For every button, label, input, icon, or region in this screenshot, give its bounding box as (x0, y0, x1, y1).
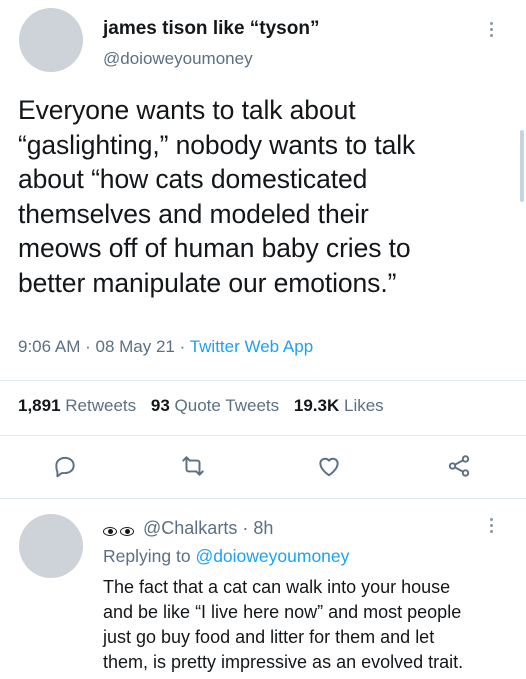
divider (0, 380, 526, 381)
quotes-stat[interactable]: 93 Quote Tweets (151, 396, 279, 415)
tweet-source[interactable]: Twitter Web App (190, 337, 313, 356)
reply-author-avatar[interactable] (19, 514, 83, 578)
author-display-name[interactable]: james tison like “tyson” (103, 18, 319, 40)
more-options-icon[interactable] (490, 22, 493, 37)
divider (0, 435, 526, 436)
share-icon[interactable] (446, 453, 472, 484)
replying-to-prefix: Replying to (103, 546, 191, 566)
retweets-stat[interactable]: 1,891 Retweets (18, 396, 136, 415)
replying-to: Replying to @doioweyoumoney (103, 546, 349, 567)
likes-label: Likes (343, 396, 384, 415)
quotes-label: Quote Tweets (174, 396, 280, 415)
author-avatar[interactable] (19, 8, 83, 72)
tweet-text-line: themselves and modeled their (18, 198, 369, 229)
reply-icon[interactable] (52, 453, 78, 484)
likes-count: 19.3K (293, 396, 340, 415)
retweet-icon[interactable] (180, 453, 206, 484)
tweet-text-line: Everyone wants to talk about (18, 95, 356, 125)
tweet-time[interactable]: 9:06 AM (18, 337, 80, 356)
meta-separator: · (179, 337, 190, 356)
tweet-text-line: “gaslighting,” nobody wants to talk (18, 129, 416, 160)
reply-text-line: and be like “I live here now” and most p… (103, 602, 462, 622)
replying-to-handle[interactable]: @doioweyoumoney (195, 546, 349, 566)
meta-separator: · (242, 518, 254, 538)
like-icon[interactable] (316, 453, 342, 484)
meta-separator: · (85, 337, 96, 356)
tweet-meta: 9:06 AM · 08 May 21 · Twitter Web App (18, 337, 313, 357)
reply-header: @Chalkarts · 8h (103, 518, 273, 539)
retweets-label: Retweets (65, 396, 137, 415)
quotes-count: 93 (150, 396, 170, 415)
eyes-emoji (103, 527, 134, 536)
retweets-count: 1,891 (18, 396, 61, 415)
divider (0, 498, 526, 499)
tweet-text-line: about “how cats domesticated (18, 164, 368, 194)
scrollbar[interactable] (520, 130, 524, 202)
tweet-date[interactable]: 08 May 21 (96, 337, 175, 356)
likes-stat[interactable]: 19.3K Likes (294, 396, 384, 415)
tweet-text-line: better manipulate our emotions.” (18, 267, 397, 298)
reply-text: The fact that a cat can walk into your h… (103, 575, 523, 675)
reply-author-handle[interactable]: @Chalkarts (143, 518, 237, 538)
author-handle[interactable]: @doioweyoumoney (103, 49, 253, 69)
tweet-text-line: meows off of human baby cries to (18, 233, 411, 263)
tweet-stats: 1,891 Retweets 93 Quote Tweets 19.3K Lik… (18, 396, 384, 416)
reply-text-line: just go buy food and litter for them and… (103, 627, 435, 647)
reply-text-line: them, is pretty impressive as an evolved… (103, 652, 464, 672)
reply-time[interactable]: 8h (253, 518, 273, 538)
reply-text-line: The fact that a cat can walk into your h… (103, 577, 451, 597)
reply-more-options-icon[interactable] (490, 518, 493, 533)
tweet-text: Everyone wants to talk about “gaslightin… (18, 93, 518, 300)
